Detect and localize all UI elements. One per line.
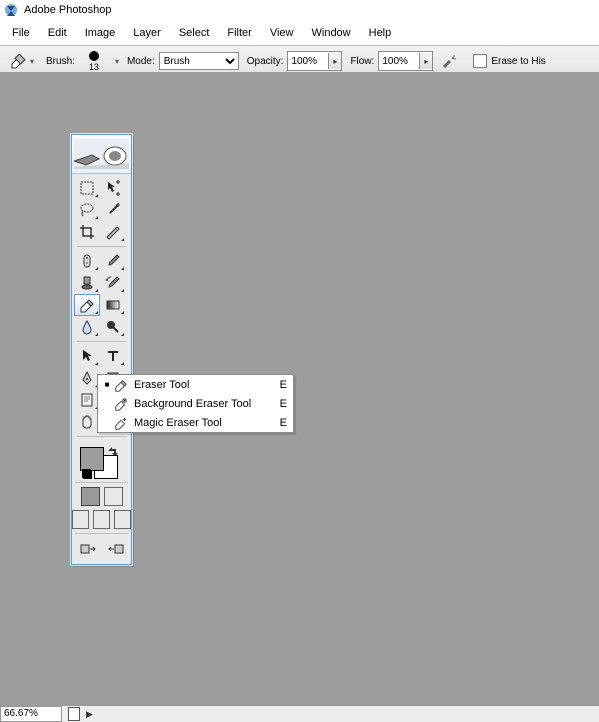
foreground-color-swatch[interactable] [80, 447, 104, 471]
bg-eraser-icon [112, 397, 130, 411]
opacity-flyout[interactable]: ▸ [328, 53, 341, 69]
tool-preset-picker[interactable]: ▾ [6, 51, 38, 71]
menu-item-magic-eraser[interactable]: Magic Eraser Tool E [98, 413, 293, 432]
status-bar: 66.67% ▶ [0, 705, 599, 722]
jump-to-imageready-button[interactable] [76, 538, 100, 560]
healing-brush-tool[interactable] [74, 250, 100, 272]
menu-select[interactable]: Select [171, 25, 218, 41]
chevron-down-icon[interactable]: ▾ [115, 57, 119, 66]
menu-shortcut: E [275, 417, 287, 429]
selected-mark-icon: ■ [102, 380, 112, 389]
erase-to-history-checkbox[interactable] [473, 54, 487, 68]
blur-tool[interactable] [74, 316, 100, 338]
menu-image[interactable]: Image [77, 25, 124, 41]
menu-window[interactable]: Window [304, 25, 359, 41]
zoom-input[interactable]: 66.67% [0, 706, 62, 722]
opacity-label: Opacity: [247, 56, 284, 67]
eraser-tool[interactable] [74, 294, 100, 316]
screen-standard-button[interactable] [72, 510, 89, 529]
slice-tool[interactable] [100, 221, 126, 243]
gradient-tool[interactable] [100, 294, 126, 316]
magic-eraser-icon [112, 416, 130, 430]
screen-full-button[interactable] [114, 510, 131, 529]
flow-input[interactable] [379, 53, 419, 69]
menu-layer[interactable]: Layer [125, 25, 169, 41]
history-brush-tool[interactable] [100, 272, 126, 294]
eraser-icon [112, 378, 130, 392]
menu-bar: File Edit Image Layer Select Filter View… [0, 21, 599, 45]
menu-filter[interactable]: Filter [219, 25, 259, 41]
brush-label: Brush: [46, 56, 75, 67]
menu-help[interactable]: Help [361, 25, 400, 41]
chevron-down-icon: ▾ [30, 57, 34, 66]
move-tool[interactable] [100, 177, 126, 199]
menu-label: Background Eraser Tool [130, 398, 275, 410]
dodge-tool[interactable] [100, 316, 126, 338]
mode-label: Mode: [127, 56, 155, 67]
quickmask-mode-button[interactable] [104, 487, 123, 506]
title-bar: Adobe Photoshop [0, 0, 599, 21]
brush-tool[interactable] [100, 250, 126, 272]
clone-stamp-tool[interactable] [74, 272, 100, 294]
menu-view[interactable]: View [262, 25, 302, 41]
lasso-tool[interactable] [74, 199, 100, 221]
eraser-tool-flyout: ■ Eraser Tool E Background Eraser Tool E… [97, 374, 294, 433]
default-colors-icon[interactable] [82, 469, 92, 479]
opacity-input[interactable] [288, 53, 328, 69]
menu-label: Eraser Tool [130, 379, 275, 391]
menu-item-bg-eraser[interactable]: Background Eraser Tool E [98, 394, 293, 413]
crop-tool[interactable] [74, 221, 100, 243]
menu-item-eraser[interactable]: ■ Eraser Tool E [98, 375, 293, 394]
status-flyout-icon[interactable]: ▶ [86, 709, 93, 720]
menu-label: Magic Eraser Tool [130, 417, 275, 429]
type-tool[interactable] [100, 345, 126, 367]
menu-file[interactable]: File [4, 25, 38, 41]
eraser-icon [10, 53, 26, 69]
flow-label: Flow: [350, 56, 374, 67]
document-info-icon[interactable] [68, 707, 80, 721]
app-title: Adobe Photoshop [24, 0, 111, 20]
marquee-tool[interactable] [74, 177, 100, 199]
erase-to-history-label: Erase to His [491, 56, 545, 67]
airbrush-button[interactable] [441, 53, 457, 69]
canvas-area[interactable]: ■ Eraser Tool E Background Eraser Tool E… [0, 72, 599, 706]
toolbox-header-image [72, 135, 131, 174]
menu-edit[interactable]: Edit [40, 25, 75, 41]
brush-preset-picker[interactable]: 13 [83, 51, 105, 72]
magic-wand-tool[interactable] [100, 199, 126, 221]
flow-flyout[interactable]: ▸ [419, 53, 432, 69]
brush-size: 13 [89, 62, 99, 72]
standard-mode-button[interactable] [81, 487, 100, 506]
brush-dot-icon [89, 51, 99, 61]
ps-app-icon [4, 3, 18, 17]
toolbox-panel[interactable] [71, 134, 132, 565]
color-picker[interactable] [80, 447, 118, 479]
path-selection-tool[interactable] [74, 345, 100, 367]
menu-shortcut: E [275, 398, 287, 410]
jump-to-browser-button[interactable] [104, 538, 128, 560]
menu-shortcut: E [275, 379, 287, 391]
mode-select[interactable]: Brush [159, 52, 239, 70]
screen-fullmenu-button[interactable] [93, 510, 110, 529]
